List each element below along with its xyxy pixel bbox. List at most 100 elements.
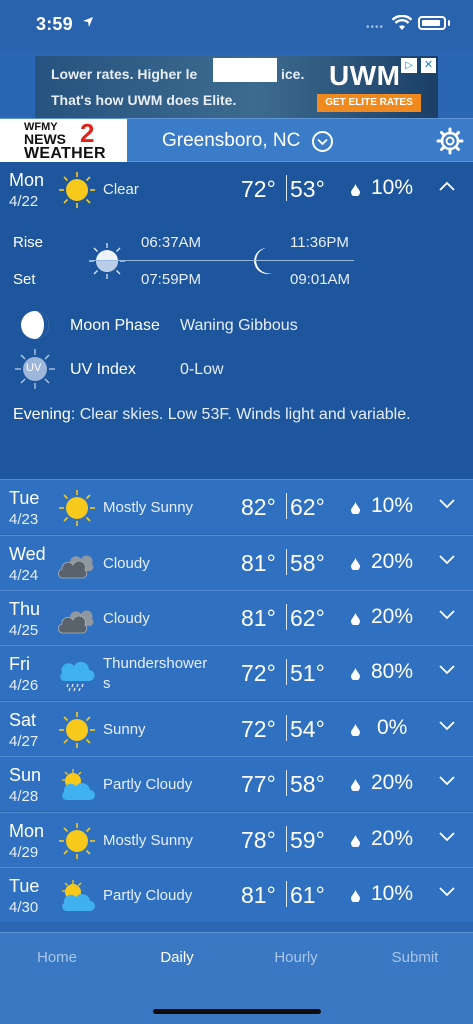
condition-text: Mostly Sunny: [103, 498, 223, 518]
uv-index-value: 0-Low: [180, 361, 224, 378]
chevron-down-icon[interactable]: [439, 555, 455, 565]
high-temp: 72°: [241, 176, 276, 202]
today-row[interactable]: Mon 4/22 Clear 72° 53° 10%: [0, 162, 473, 217]
chevron-down-icon[interactable]: [312, 131, 333, 152]
day-of-week: Mon: [9, 170, 45, 190]
sunset-label: Set: [13, 271, 36, 288]
today-expanded-panel: Mon 4/22 Clear 72° 53° 10% Rise Set 06:3…: [0, 162, 473, 479]
chevron-down-icon[interactable]: [439, 776, 455, 786]
sun-icon: [59, 172, 95, 208]
uv-index-icon: UV: [14, 348, 56, 390]
temp-separator: [286, 493, 287, 519]
battery-icon: [418, 16, 446, 30]
forecast-row[interactable]: Fri 4/26 Thundershower s 72° 51° 80%: [0, 645, 473, 700]
temp-separator: [286, 881, 287, 907]
forecast-row[interactable]: Thu 4/25 Cloudy 81° 62° 20%: [0, 590, 473, 645]
day-date: 4/28: [9, 788, 39, 805]
chevron-down-icon[interactable]: [439, 610, 455, 620]
ad-cta-button[interactable]: GET ELITE RATES: [317, 94, 421, 112]
condition-line-2: s: [103, 675, 111, 692]
ad-banner[interactable]: Lower rates. Higher le ice. That's how U…: [35, 56, 438, 118]
logo-weather: WEATHER: [24, 145, 106, 162]
chevron-up-icon[interactable]: [439, 181, 455, 191]
evening-summary: Evening: Clear skies. Low 53F. Winds lig…: [13, 406, 463, 424]
chevron-down-icon[interactable]: [439, 887, 455, 897]
low-temp: 62°: [290, 605, 325, 631]
temp-separator: [286, 604, 287, 630]
forecast-row[interactable]: Tue 4/23 Mostly Sunny 82° 62° 10%: [0, 479, 473, 534]
raindrop-icon: [351, 668, 360, 680]
ad-close-icon[interactable]: ✕: [421, 58, 436, 73]
tab-submit[interactable]: Submit: [370, 949, 460, 966]
station-logo[interactable]: WFMY 2 NEWS WEATHER: [0, 119, 127, 163]
condition-line-1: Cloudy: [103, 555, 150, 572]
sunrise-time: 06:37AM: [141, 234, 202, 251]
tab-home[interactable]: Home: [12, 949, 102, 966]
adchoices-icon[interactable]: ▷: [401, 58, 417, 73]
location-arrow-icon: [83, 17, 93, 27]
raindrop-icon: [351, 779, 360, 791]
day-date: 4/22: [9, 193, 39, 210]
forecast-row[interactable]: Sat 4/27 Sunny 72° 54° 0%: [0, 701, 473, 756]
precip-chance: 20%: [371, 827, 414, 850]
sunrise-sunset-icon: [89, 243, 125, 279]
raindrop-icon: [351, 502, 360, 514]
raindrop-icon: [351, 890, 360, 902]
city-selector[interactable]: Greensboro, NC: [162, 130, 300, 152]
condition-text: Cloudy: [103, 609, 223, 629]
day-of-week: Mon: [9, 821, 45, 841]
status-bar: 3:59 ••••: [0, 0, 473, 52]
precip-chance: 80%: [371, 660, 414, 683]
high-temp: 77°: [241, 771, 276, 797]
chevron-down-icon[interactable]: [439, 832, 455, 842]
day-date: 4/24: [9, 567, 39, 584]
condition-text: Clear: [103, 181, 139, 198]
temp-separator: [286, 175, 287, 201]
horizon-line: [90, 260, 354, 261]
forecast-row[interactable]: Mon 4/29 Mostly Sunny 78° 59° 20%: [0, 812, 473, 867]
high-temp: 72°: [241, 660, 276, 686]
forecast-row[interactable]: Sun 4/28 Partly Cloudy 77° 58° 20%: [0, 756, 473, 811]
raindrop-icon: [351, 835, 360, 847]
ad-line-2: That's how UWM does Elite.: [51, 92, 237, 108]
day-date: 4/26: [9, 677, 39, 694]
summary-text: : Clear skies. Low 53F. Winds light and …: [70, 406, 411, 423]
sun-icon: [59, 490, 95, 526]
chevron-down-icon[interactable]: [439, 665, 455, 675]
raindrop-icon: [351, 558, 360, 570]
low-temp: 58°: [290, 550, 325, 576]
precip-chance: 0%: [377, 716, 408, 739]
precip-chance: 20%: [371, 771, 414, 794]
condition-line-1: Sunny: [103, 721, 146, 738]
logo-number: 2: [80, 118, 95, 148]
low-temp: 62°: [290, 494, 325, 520]
condition-line-1: Partly Cloudy: [103, 776, 193, 793]
high-temp: 78°: [241, 827, 276, 853]
forecast-row[interactable]: Wed 4/24 Cloudy 81° 58° 20%: [0, 535, 473, 590]
home-indicator[interactable]: [153, 1009, 321, 1014]
tab-hourly[interactable]: Hourly: [251, 949, 341, 966]
low-temp: 59°: [290, 827, 325, 853]
signal-icon: ••••: [366, 22, 385, 33]
condition-line-1: Mostly Sunny: [103, 832, 194, 849]
forecast-row[interactable]: Tue 4/30 Partly Cloudy 81° 61° 10%: [0, 867, 473, 922]
gear-icon[interactable]: [436, 127, 464, 155]
condition-text: Partly Cloudy: [103, 775, 223, 795]
chevron-down-icon[interactable]: [439, 499, 455, 509]
day-of-week: Sun: [9, 765, 42, 785]
raindrop-icon: [351, 724, 360, 736]
moon-phase-label: Moon Phase: [70, 317, 160, 334]
temp-separator: [286, 826, 287, 852]
chevron-down-icon[interactable]: [439, 721, 455, 731]
tab-daily[interactable]: Daily: [132, 949, 222, 966]
ad-mask: [213, 58, 277, 82]
condition-line-1: Thundershower: [103, 655, 208, 672]
precip-chance: 10%: [371, 494, 414, 517]
wifi-icon: [392, 15, 412, 30]
sun-icon: [59, 712, 95, 748]
temp-separator: [286, 715, 287, 741]
condition-line-1: Mostly Sunny: [103, 499, 194, 516]
ad-line-1: Lower rates. Higher le: [51, 66, 198, 82]
day-of-week: Fri: [9, 654, 30, 674]
raindrop-icon: [351, 184, 360, 196]
